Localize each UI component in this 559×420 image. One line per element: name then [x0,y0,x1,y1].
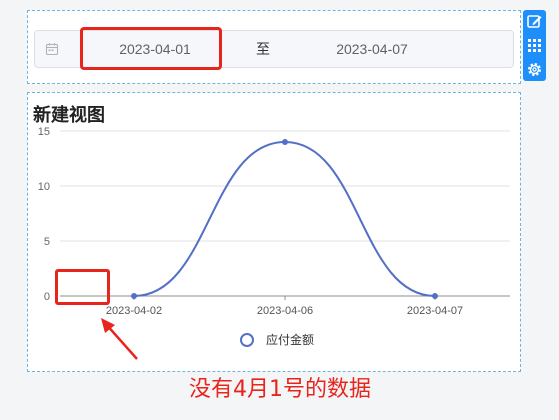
annotation-note: 没有4月1号的数据 [189,377,371,402]
x-tick-label: 2023-04-06 [257,305,313,317]
data-point [432,293,438,299]
series-line [133,140,436,297]
highlight-missing-start [55,269,110,305]
x-tick-label: 2023-04-07 [407,305,463,317]
legend-label: 应付金额 [266,332,314,347]
y-tick-label: 10 [38,181,50,193]
data-point [131,293,137,299]
line-chart: 0510152023-04-02 2023-04-06 2023-04-07应付金额 [38,126,510,347]
y-tick-label: 5 [44,236,50,248]
annotation-arrow [101,318,138,360]
y-tick-label: 15 [38,126,50,138]
y-tick-label: 0 [44,291,50,303]
legend-marker [240,333,254,347]
data-point [282,139,288,145]
